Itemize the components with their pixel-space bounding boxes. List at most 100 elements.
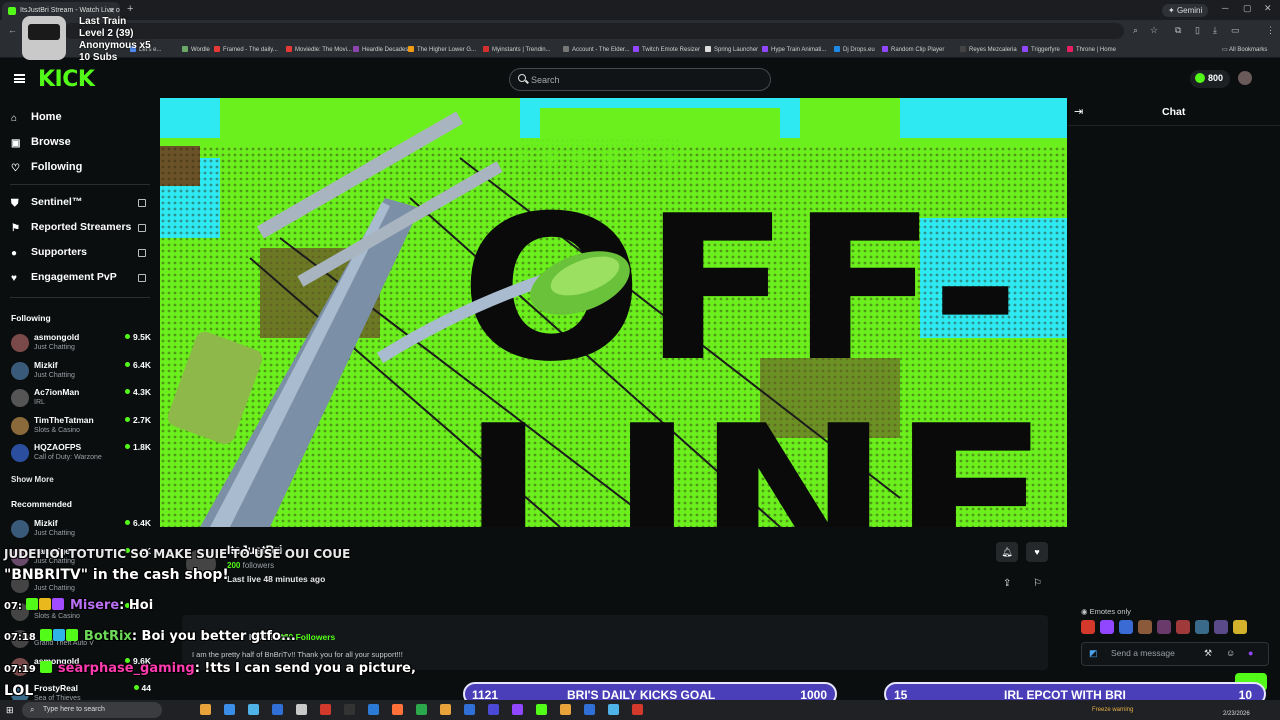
menu-dots-icon[interactable]: ⋮ xyxy=(1266,25,1275,36)
taskbar-app-icon[interactable] xyxy=(344,704,355,715)
sidebar-channel-item[interactable]: Mizkif Just Chatting 6.4K xyxy=(11,517,151,541)
sidepanel-icon[interactable]: ▯ xyxy=(1195,25,1200,36)
report-user-icon[interactable]: ⚐ xyxy=(1033,578,1042,589)
taskbar-app-icon[interactable] xyxy=(392,704,403,715)
chatter-name: BotRix xyxy=(83,629,132,644)
points-button[interactable]: 800 xyxy=(1190,70,1230,88)
collapse-chat-icon[interactable]: ⇥ xyxy=(1074,105,1083,118)
download-icon[interactable]: ⤓ xyxy=(1213,25,1217,36)
message-time: 07:19 xyxy=(4,664,36,675)
taskbar-app-icon[interactable] xyxy=(560,704,571,715)
windows-start-icon[interactable]: ⊞ xyxy=(6,705,14,716)
sidebar-channel-item[interactable]: asmongold Just Chatting 9.5K xyxy=(11,331,151,355)
kick-emote-icon[interactable]: ● xyxy=(1248,648,1253,658)
address-field[interactable] xyxy=(64,23,1124,39)
bookmark-item[interactable]: Account - The Elder... xyxy=(563,46,630,53)
emote-icon[interactable] xyxy=(1176,620,1190,634)
sidebar-channel-item[interactable]: Ac7ionMan IRL 4.3K xyxy=(11,386,151,410)
nav-browse[interactable]: ▣ Browse xyxy=(11,136,71,149)
extensions-icon[interactable]: ⧉ xyxy=(1175,25,1181,36)
close-tab-icon[interactable]: ✕ xyxy=(108,6,115,15)
emote-icon[interactable] xyxy=(1081,620,1095,634)
nav-reported-streamers[interactable]: ⚑ Reported Streamers xyxy=(11,221,131,234)
taskbar-app-icon[interactable] xyxy=(320,704,331,715)
taskbar-search-input[interactable]: ⌕ Type here to search xyxy=(22,702,162,718)
show-more-button[interactable]: Show More xyxy=(11,475,54,484)
popout-icon[interactable] xyxy=(138,249,146,257)
taskbar-app-icon[interactable] xyxy=(536,704,547,715)
nav-following[interactable]: ♡ Following xyxy=(11,161,82,174)
nav-engagement-pvp[interactable]: ♥ Engagement PvP xyxy=(11,271,117,284)
bookmark-item[interactable]: Heardle Decades xyxy=(353,46,408,53)
video-player[interactable]: OFF- LINE xyxy=(160,98,1067,527)
bookmark-item[interactable]: Hype Train Animati... xyxy=(762,46,826,53)
taskbar-app-icon[interactable] xyxy=(584,704,595,715)
nav-home[interactable]: ⌂ Home xyxy=(11,111,62,124)
taskbar-app-icon[interactable] xyxy=(224,704,235,715)
taskbar-app-icon[interactable] xyxy=(512,704,523,715)
emote-icon[interactable] xyxy=(1157,620,1171,634)
emotes-only-notice: ◉ Emotes only xyxy=(1081,607,1131,616)
emote-icon[interactable] xyxy=(1100,620,1114,634)
nav-supporters[interactable]: ● Supporters xyxy=(11,246,87,259)
taskbar-app-icon[interactable] xyxy=(272,704,283,715)
popout-icon[interactable] xyxy=(138,199,146,207)
bookmark-item[interactable]: Throne | Home xyxy=(1067,46,1116,53)
taskbar-app-icon[interactable] xyxy=(464,704,475,715)
zoom-icon[interactable]: ⌕ xyxy=(1133,25,1138,36)
bookmark-item[interactable]: Reyes Mezcaleria xyxy=(960,46,1017,53)
new-tab-icon[interactable]: + xyxy=(127,3,133,15)
bookmark-item[interactable]: Twitch Emote Resizer xyxy=(633,46,700,53)
bookmark-item[interactable]: Dj Drops.eu xyxy=(834,46,875,53)
bookmark-label: The Higher Lower G... xyxy=(417,47,477,53)
sidebar-channel-item[interactable]: TimTheTatman Slots & Casino 2.7K xyxy=(11,414,151,438)
bookmark-item[interactable]: Moviedle: The Movi... xyxy=(286,46,352,53)
popout-icon[interactable] xyxy=(138,224,146,232)
emote-icon[interactable] xyxy=(1233,620,1247,634)
nav-sentinel[interactable]: ⛊ Sentinel™ xyxy=(11,196,82,209)
minimize-icon[interactable]: ─ xyxy=(1222,3,1228,13)
emote-icon[interactable] xyxy=(1214,620,1228,634)
notification-bell-button[interactable]: 🔔︎ xyxy=(996,542,1018,562)
user-avatar[interactable] xyxy=(1238,71,1252,85)
taskbar-app-icon[interactable] xyxy=(632,704,643,715)
gemini-button[interactable]: ✦ Gemini xyxy=(1162,4,1209,17)
channel-followers: 200 followers xyxy=(227,561,274,570)
taskbar-app-icon[interactable] xyxy=(248,704,259,715)
close-window-icon[interactable]: ✕ xyxy=(1264,3,1272,14)
follow-heart-button[interactable]: ♥ xyxy=(1026,542,1048,562)
all-bookmarks[interactable]: ▭ All Bookmarks xyxy=(1222,46,1267,53)
taskbar-app-icon[interactable] xyxy=(488,704,499,715)
chat-message-input[interactable] xyxy=(1081,642,1269,666)
bookmark-item[interactable]: Spring Launcher xyxy=(705,46,758,53)
split-icon[interactable]: ▭ xyxy=(1231,25,1240,36)
restore-icon[interactable]: ▢ xyxy=(1243,3,1252,14)
hamburger-menu-icon[interactable] xyxy=(14,74,25,83)
bookmark-item[interactable]: The Higher Lower G... xyxy=(408,46,476,53)
bookmark-item[interactable]: Random Clip Player xyxy=(882,46,944,53)
bookmark-item[interactable]: Triggerfyre xyxy=(1022,46,1060,53)
taskbar-app-icon[interactable] xyxy=(296,704,307,715)
taskbar-app-icon[interactable] xyxy=(416,704,427,715)
taskbar-app-icon[interactable] xyxy=(608,704,619,715)
back-icon[interactable]: ← xyxy=(8,25,17,35)
star-icon[interactable]: ☆ xyxy=(1150,25,1158,36)
chat-settings-icon[interactable]: ◩ xyxy=(1089,648,1098,659)
taskbar-app-icon[interactable] xyxy=(368,704,379,715)
share-icon[interactable]: ⇪ xyxy=(1003,578,1011,589)
sidebar-channel-item[interactable]: HQZAOFPS Call of Duty: Warzone 1.8K xyxy=(11,441,151,465)
emote-icon[interactable] xyxy=(1138,620,1152,634)
chat-command-icon[interactable]: ⚒ xyxy=(1204,648,1212,659)
search-input[interactable]: Search xyxy=(509,68,771,91)
taskbar-app-icon[interactable] xyxy=(200,704,211,715)
emoji-icon[interactable]: ☺ xyxy=(1226,648,1235,658)
emote-icon[interactable] xyxy=(1119,620,1133,634)
sidebar-channel-item[interactable]: Mizkif Just Chatting 6.4K xyxy=(11,359,151,383)
bookmark-item[interactable]: Myinstants | Trendin... xyxy=(483,46,551,53)
bookmark-item[interactable]: Wordle xyxy=(182,46,210,53)
popout-icon[interactable] xyxy=(138,274,146,282)
bookmark-item[interactable]: Framed - The daily... xyxy=(214,46,278,53)
kick-logo[interactable]: KICK xyxy=(38,67,95,92)
taskbar-app-icon[interactable] xyxy=(440,704,451,715)
emote-icon[interactable] xyxy=(1195,620,1209,634)
